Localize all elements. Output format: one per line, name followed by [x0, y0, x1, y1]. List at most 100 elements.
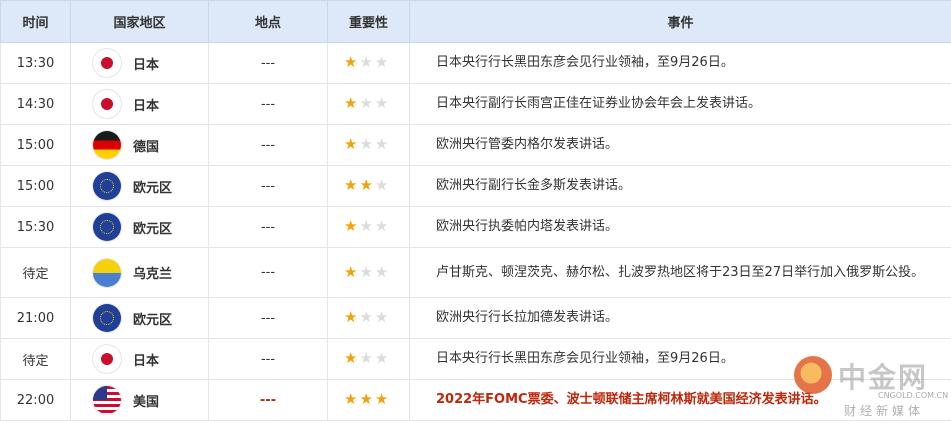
- table-row: 15:00 欧元区 --- ★ ★ ★ 欧洲央行副行长金多斯发表讲话。: [0, 165, 951, 207]
- event-cell: 日本央行副行长雨宫正佳在证券业协会年会上发表讲话。: [409, 83, 951, 125]
- country-name: 日本: [133, 353, 160, 369]
- table-row: 15:00 德国 --- ★ ★ ★ 欧洲央行管委内格尔发表讲话。: [0, 124, 951, 166]
- ukraine-flag-icon: [93, 258, 121, 287]
- location-cell: ---: [208, 379, 328, 421]
- importance-rating: ★ ★ ★: [327, 206, 410, 248]
- importance-rating: ★ ★ ★: [327, 338, 410, 380]
- importance-star-icon: ★: [344, 349, 358, 367]
- country-cell: 欧元区: [70, 165, 209, 207]
- japan-flag-icon: [93, 90, 121, 118]
- time-cell: 15:00: [0, 165, 71, 207]
- header-importance: 重要性: [327, 0, 410, 43]
- event-cell: 2022年FOMC票委、波士顿联储主席柯林斯就美国经济发表讲话。: [409, 379, 951, 421]
- location-cell: ---: [208, 297, 328, 339]
- event-cell: 欧洲央行管委内格尔发表讲话。: [409, 124, 951, 166]
- importance-star-icon: ★: [374, 217, 389, 235]
- location-cell: ---: [208, 124, 328, 166]
- event-cell: 卢甘斯克、顿涅茨克、赫尔松、扎波罗热地区将于23日至27日举行加入俄罗斯公投。: [409, 247, 951, 298]
- importance-star-icon: ★: [359, 176, 373, 194]
- importance-star-icon: ★: [344, 217, 358, 235]
- header-country: 国家地区: [70, 0, 209, 43]
- country-cell: 日本: [70, 338, 209, 380]
- eu-flag-icon: [93, 172, 121, 200]
- time-cell: 14:30: [0, 83, 71, 125]
- importance-rating: ★ ★ ★: [327, 247, 410, 298]
- importance-rating: ★ ★ ★: [327, 124, 410, 166]
- importance-star-icon: ★: [344, 262, 358, 281]
- time-cell: 待定: [0, 247, 71, 298]
- location-cell: ---: [208, 165, 328, 207]
- country-name: 欧元区: [133, 312, 173, 328]
- country-name: 乌克兰: [133, 267, 173, 282]
- table-row: 22:00 美国 --- ★ ★ ★ 2022年FOMC票委、波士顿联储主席柯林斯就美国经济…: [0, 379, 951, 421]
- location-cell: ---: [208, 206, 328, 248]
- importance-star-icon: ★: [344, 176, 358, 194]
- importance-rating: ★ ★ ★: [327, 42, 410, 84]
- table-row: 待定 乌克兰 --- ★ ★ ★ 卢甘斯克、顿涅茨克、赫尔松、扎波罗热地区将于23日至27日…: [0, 247, 951, 298]
- importance-star-icon: ★: [344, 53, 358, 71]
- importance-star-icon: ★: [374, 390, 389, 408]
- country-name: 日本: [133, 98, 160, 114]
- location-cell: ---: [208, 83, 328, 125]
- country-name: 欧元区: [133, 180, 173, 196]
- header-time: 时间: [0, 0, 71, 43]
- table-header-row: 时间 国家地区 地点 重要性 事件: [0, 0, 951, 43]
- country-cell: 美国: [70, 379, 209, 421]
- time-cell: 15:00: [0, 124, 71, 166]
- location-cell: ---: [208, 247, 328, 298]
- event-cell: 日本央行行长黑田东彦会见行业领袖，至9月26日。: [409, 338, 951, 380]
- table-row: 13:30 日本 --- ★ ★ ★ 日本央行行长黑田东彦会见行业领袖，至9月26日。: [0, 42, 951, 84]
- importance-star-icon: ★: [374, 349, 389, 367]
- time-cell: 21:00: [0, 297, 71, 339]
- importance-star-icon: ★: [344, 390, 358, 408]
- importance-rating: ★ ★ ★: [327, 379, 410, 421]
- header-event: 事件: [409, 0, 951, 43]
- country-name: 日本: [133, 57, 160, 73]
- country-cell: 欧元区: [70, 297, 209, 339]
- country-cell: 乌克兰: [70, 247, 209, 298]
- importance-star-icon: ★: [359, 262, 373, 281]
- importance-star-icon: ★: [359, 390, 373, 408]
- importance-star-icon: ★: [374, 176, 389, 194]
- table-row: 21:00 欧元区 --- ★ ★ ★ 欧洲央行行长拉加德发表讲话。: [0, 297, 951, 339]
- importance-star-icon: ★: [344, 135, 358, 153]
- event-cell: 欧洲央行副行长金多斯发表讲话。: [409, 165, 951, 207]
- time-cell: 22:00: [0, 379, 71, 421]
- importance-star-icon: ★: [374, 262, 389, 281]
- location-cell: ---: [208, 338, 328, 380]
- table-row: 14:30 日本 --- ★ ★ ★ 日本央行副行长雨宫正佳在证券业协会年会上发表讲话。: [0, 83, 951, 125]
- importance-star-icon: ★: [374, 308, 389, 326]
- eu-flag-icon: [93, 213, 121, 241]
- importance-star-icon: ★: [359, 53, 373, 71]
- importance-rating: ★ ★ ★: [327, 165, 410, 207]
- importance-rating: ★ ★ ★: [327, 83, 410, 125]
- time-cell: 待定: [0, 338, 71, 380]
- time-cell: 15:30: [0, 206, 71, 248]
- table-row: 待定 日本 --- ★ ★ ★ 日本央行行长黑田东彦会见行业领袖，至9月26日。: [0, 338, 951, 380]
- country-name: 美国: [133, 394, 160, 410]
- importance-star-icon: ★: [359, 94, 373, 112]
- importance-star-icon: ★: [359, 135, 373, 153]
- importance-star-icon: ★: [344, 308, 358, 326]
- importance-star-icon: ★: [374, 135, 389, 153]
- country-cell: 日本: [70, 42, 209, 84]
- importance-star-icon: ★: [374, 94, 389, 112]
- country-cell: 日本: [70, 83, 209, 125]
- germany-flag-icon: [93, 131, 121, 159]
- event-cell: 欧洲央行行长拉加德发表讲话。: [409, 297, 951, 339]
- importance-star-icon: ★: [359, 349, 373, 367]
- importance-rating: ★ ★ ★: [327, 297, 410, 339]
- country-cell: 德国: [70, 124, 209, 166]
- importance-star-icon: ★: [344, 94, 358, 112]
- eu-flag-icon: [93, 304, 121, 332]
- table-row: 15:30 欧元区 --- ★ ★ ★ 欧洲央行执委帕内塔发表讲话。: [0, 206, 951, 248]
- event-cell: 欧洲央行执委帕内塔发表讲话。: [409, 206, 951, 248]
- economic-calendar-table: 时间 国家地区 地点 重要性 事件 13:30 日本 --- ★ ★ ★ 日本央行行长黑田东…: [0, 0, 951, 421]
- importance-star-icon: ★: [359, 308, 373, 326]
- country-name: 德国: [133, 139, 160, 155]
- importance-star-icon: ★: [359, 217, 373, 235]
- event-cell: 日本央行行长黑田东彦会见行业领袖，至9月26日。: [409, 42, 951, 84]
- importance-star-icon: ★: [374, 53, 389, 71]
- country-cell: 欧元区: [70, 206, 209, 248]
- header-location: 地点: [208, 0, 328, 43]
